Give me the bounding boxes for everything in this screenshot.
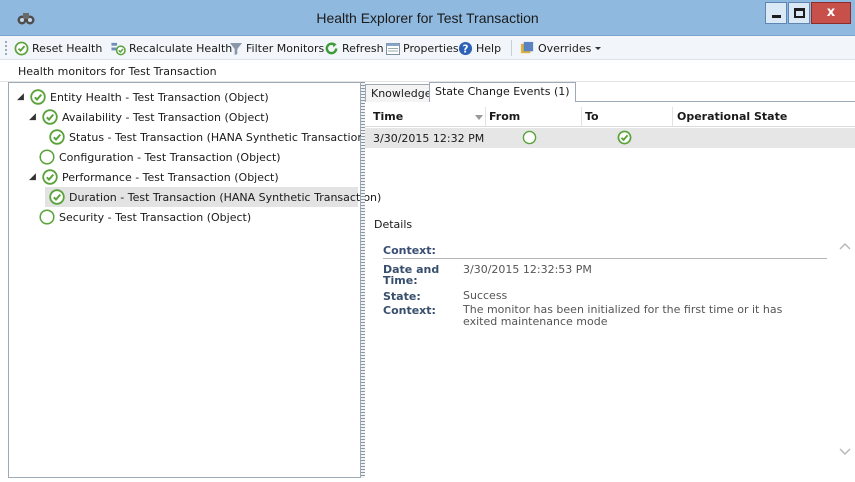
tab-state-change-events[interactable]: State Change Events (1) <box>429 82 576 102</box>
cell-time: 3/30/2015 12:32 PM <box>373 132 485 145</box>
refresh-icon <box>324 41 339 56</box>
column-operational-state[interactable]: Operational State <box>677 110 787 123</box>
tree-item-label: Entity Health - Test Transaction (Object… <box>50 90 269 104</box>
detail-value-context: The monitor has been initialized for the… <box>463 303 783 328</box>
success-check-icon <box>42 169 58 185</box>
detail-value-state: Success <box>463 289 508 302</box>
empty-circle-icon <box>522 130 537 145</box>
panel-header: Health monitors for Test Transaction <box>0 60 855 82</box>
properties-icon <box>386 42 400 56</box>
tree-item-label: Security - Test Transaction (Object) <box>59 210 252 224</box>
success-check-icon <box>30 89 46 105</box>
reset-health-label: Reset Health <box>32 42 103 55</box>
recalculate-health-button[interactable]: Recalculate Health <box>110 40 232 57</box>
sort-desc-icon <box>475 115 483 120</box>
detail-key-state: State: <box>383 290 421 303</box>
column-divider <box>581 107 582 127</box>
success-check-icon <box>49 129 65 145</box>
tab-knowledge[interactable]: Knowledge <box>365 84 438 102</box>
column-time[interactable]: Time <box>373 110 403 123</box>
detail-key-date-time: Date and Time: <box>383 263 440 287</box>
recalculate-health-label: Recalculate Health <box>129 42 233 55</box>
window-title: Health Explorer for Test Transaction <box>316 10 539 26</box>
check-circle-icon <box>14 41 29 56</box>
tree-item-status[interactable]: Status - Test Transaction (HANA Syntheti… <box>49 127 369 147</box>
reset-health-button[interactable]: Reset Health <box>14 40 102 57</box>
properties-button[interactable]: Properties <box>386 40 459 57</box>
column-divider <box>485 107 486 127</box>
tree-item-security[interactable]: Security - Test Transaction (Object) <box>39 207 251 227</box>
empty-circle-icon <box>39 209 55 225</box>
overrides-label: Overrides <box>538 42 592 55</box>
scroll-down-icon[interactable] <box>839 448 851 456</box>
column-to[interactable]: To <box>585 110 599 123</box>
details-pane[interactable]: Context: Date and Time: 3/30/2015 12:32:… <box>372 238 855 476</box>
success-check-icon <box>617 130 632 145</box>
minimize-button[interactable] <box>765 2 787 24</box>
expanded-caret-icon[interactable]: ◢ <box>29 172 38 182</box>
tab-strip: Knowledge State Change Events (1) <box>365 82 855 102</box>
toolbar-separator <box>511 40 512 56</box>
tree-item-label: Configuration - Test Transaction (Object… <box>59 150 281 164</box>
success-check-icon <box>49 189 65 205</box>
maximize-button[interactable] <box>788 2 810 24</box>
tree-item-duration[interactable]: Duration - Test Transaction (HANA Synthe… <box>45 187 381 207</box>
close-icon: x <box>826 5 836 20</box>
help-label: Help <box>476 42 502 55</box>
overrides-dropdown[interactable]: Overrides <box>520 40 602 57</box>
expanded-caret-icon[interactable]: ◢ <box>29 112 38 122</box>
success-check-icon <box>42 109 58 125</box>
context-divider <box>383 258 827 259</box>
toolbar-grip <box>5 41 8 55</box>
empty-circle-icon <box>39 149 55 165</box>
refresh-label: Refresh <box>342 42 384 55</box>
tree-item-label: Duration - Test Transaction (HANA Synthe… <box>69 190 382 204</box>
filter-icon <box>229 42 243 56</box>
help-button[interactable]: ? Help <box>458 40 501 57</box>
recalculate-icon <box>110 41 126 56</box>
title-bar: Health Explorer for Test Transaction x <box>0 0 855 36</box>
health-monitor-tree[interactable]: ◢ Entity Health - Test Transaction (Obje… <box>8 82 381 478</box>
toolbar: Reset Health Recalculate Health Filter M… <box>0 36 855 60</box>
maximize-icon <box>794 8 805 18</box>
expanded-caret-icon[interactable]: ◢ <box>17 92 26 102</box>
tree-item-configuration[interactable]: Configuration - Test Transaction (Object… <box>39 147 281 167</box>
tree-item-performance[interactable]: ◢ Performance - Test Transaction (Object… <box>29 167 279 187</box>
tree-item-label: Status - Test Transaction (HANA Syntheti… <box>69 130 369 144</box>
events-grid-header: Time From To Operational State <box>365 107 855 127</box>
detail-value-date-time: 3/30/2015 12:32:53 PM <box>463 263 592 276</box>
tree-item-entity-health[interactable]: ◢ Entity Health - Test Transaction (Obje… <box>17 87 269 107</box>
overrides-icon <box>520 41 535 56</box>
column-from[interactable]: From <box>489 110 520 123</box>
tree-item-availability[interactable]: ◢ Availability - Test Transaction (Objec… <box>29 107 269 127</box>
properties-label: Properties <box>403 42 459 55</box>
tree-item-label: Performance - Test Transaction (Object) <box>62 170 279 184</box>
minimize-icon <box>772 15 781 18</box>
detail-key-context: Context: <box>383 304 436 317</box>
close-button[interactable]: x <box>811 2 851 24</box>
filter-monitors-button[interactable]: Filter Monitors <box>229 40 324 57</box>
table-row[interactable]: 3/30/2015 12:32 PM <box>365 128 855 148</box>
tree-item-label: Availability - Test Transaction (Object) <box>62 110 269 124</box>
svg-text:?: ? <box>463 43 469 55</box>
refresh-button[interactable]: Refresh <box>324 40 384 57</box>
chevron-down-icon <box>594 46 602 52</box>
scroll-up-icon[interactable] <box>839 242 851 250</box>
column-divider <box>672 107 673 127</box>
header-text: Health monitors for Test Transaction <box>18 65 217 78</box>
filter-monitors-label: Filter Monitors <box>246 42 325 55</box>
details-label: Details <box>374 218 413 231</box>
help-icon: ? <box>458 41 473 56</box>
context-header: Context: <box>383 244 436 257</box>
